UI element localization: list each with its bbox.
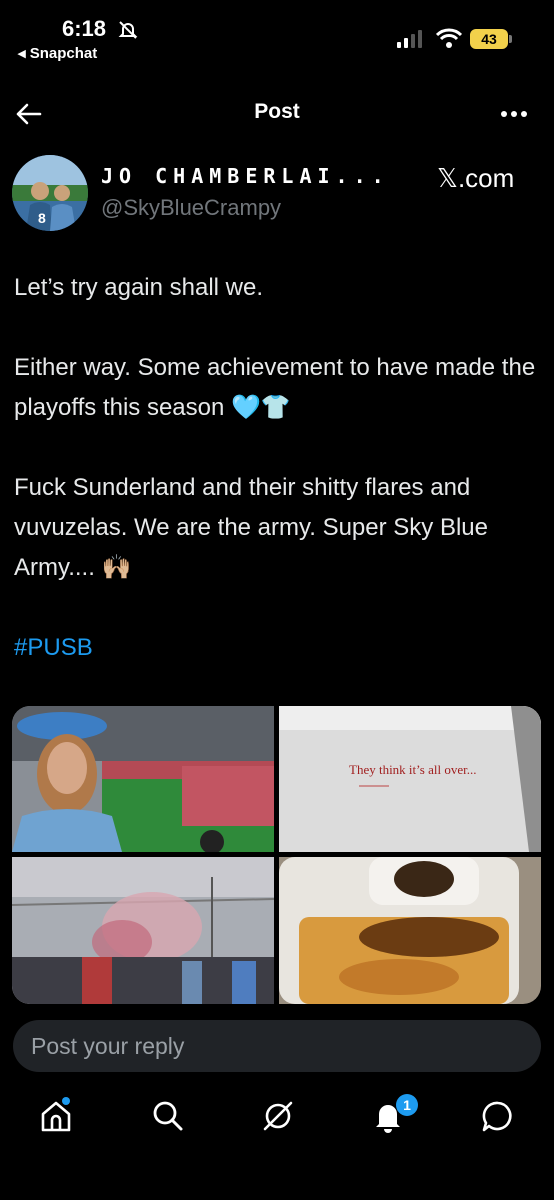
home-unread-dot [62,1097,70,1105]
page-title: Post [254,100,300,123]
more-options-icon[interactable] [496,100,532,128]
user-handle[interactable]: @SkyBlueCrampy [101,195,281,221]
search-icon[interactable] [150,1098,186,1134]
display-name[interactable]: JO CHAMBERLAI... [101,164,390,188]
photo-crowd-flares[interactable] [12,857,274,1004]
notifications-badge: 1 [396,1094,418,1116]
cellular-signal-icon [397,30,422,48]
battery-indicator: 43 [470,29,508,49]
post-text: Let’s try again shall we. Either way. So… [14,268,544,668]
post-line: Let’s try again shall we. [14,274,264,301]
grok-icon[interactable] [260,1098,296,1134]
svg-text:8: 8 [38,210,46,226]
status-time: 6:18 [62,16,107,41]
reply-input[interactable]: Post your reply [13,1020,541,1072]
photo-wall-text[interactable]: They think it’s all over... [279,706,541,852]
bell-muted-icon [118,21,138,39]
wall-caption: They think it’s all over... [349,762,477,777]
reply-placeholder: Post your reply [31,1033,185,1059]
top-bar: Post [0,86,554,142]
source-label: 𝕏.com [437,163,515,193]
wifi-icon [436,28,462,48]
hashtag-link[interactable]: #PUSB [14,628,544,668]
status-bar: 6:18 ◂ Snapchat 43 [0,0,554,70]
avatar[interactable]: 8 [12,155,88,231]
photo-stadium-selfie[interactable] [12,706,274,852]
media-grid: They think it’s all over... [12,706,541,1004]
bottom-nav [0,1086,554,1150]
messages-icon[interactable] [480,1098,516,1134]
photo-food-tray[interactable] [279,857,541,1004]
back-to-app-link[interactable]: ◂ Snapchat [18,44,97,62]
post-line: Fuck Sunderland and their shitty flares … [14,474,488,581]
post-line: Either way. Some achievement to have mad… [14,354,536,421]
battery-cap [509,35,512,43]
